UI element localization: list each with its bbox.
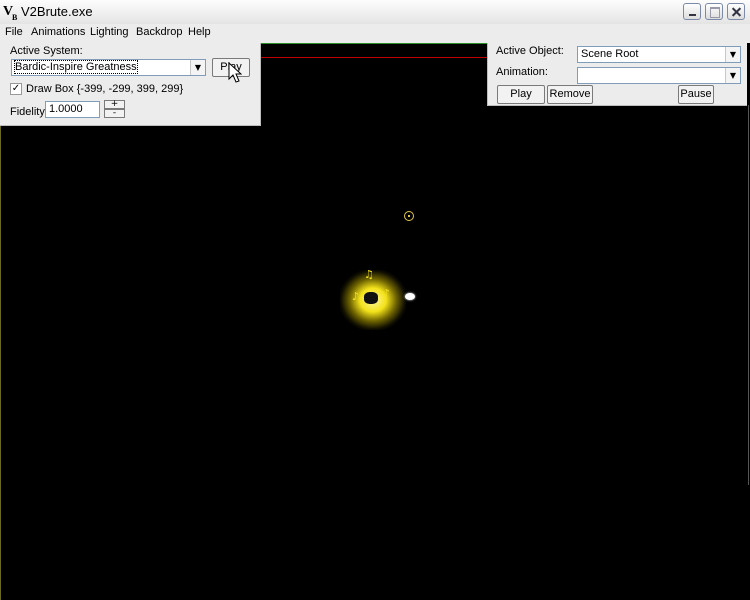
active-object-value: Scene Root bbox=[581, 48, 639, 60]
menu-animations[interactable]: Animations bbox=[31, 26, 85, 38]
checkmark-icon: ✓ bbox=[11, 83, 21, 94]
animation-select[interactable]: ▼ bbox=[577, 67, 741, 84]
menu-help[interactable]: Help bbox=[188, 26, 211, 38]
music-note-icon: ♫ bbox=[364, 268, 374, 281]
app-window: VB V2Brute.exe File Animations Lighting … bbox=[0, 0, 750, 600]
drawbox-checkbox[interactable]: ✓ bbox=[10, 83, 22, 95]
minimize-icon[interactable] bbox=[683, 3, 701, 20]
play-animation-button[interactable]: Play bbox=[497, 85, 545, 104]
maximize-icon[interactable] bbox=[705, 3, 723, 20]
drawbox-label: Draw Box {-399, -299, 399, 299} bbox=[26, 83, 184, 95]
menu-backdrop[interactable]: Backdrop bbox=[136, 26, 182, 38]
music-note-icon: ♪ bbox=[383, 287, 391, 300]
remove-button[interactable]: Remove bbox=[547, 85, 593, 104]
cursor-icon bbox=[228, 62, 242, 83]
chevron-down-icon[interactable]: ▼ bbox=[725, 68, 740, 83]
menu-lighting[interactable]: Lighting bbox=[90, 26, 129, 38]
particle-core bbox=[364, 292, 378, 304]
active-system-value: Bardic-Inspire Greatness bbox=[14, 60, 138, 74]
fidelity-label: Fidelity bbox=[10, 106, 45, 118]
active-object-select[interactable]: Scene Root ▼ bbox=[577, 46, 741, 63]
menu-bar: File Animations Lighting Backdrop Help bbox=[0, 24, 750, 43]
chevron-down-icon[interactable]: ▼ bbox=[725, 47, 740, 62]
viewport-top-line bbox=[260, 43, 487, 44]
close-icon[interactable] bbox=[727, 3, 745, 20]
object-panel: Active Object: Scene Root ▼ Animation: ▼… bbox=[487, 43, 747, 106]
menu-file[interactable]: File bbox=[5, 26, 23, 38]
viewport-boundary-line bbox=[260, 57, 487, 58]
window-title: V2Brute.exe bbox=[21, 4, 93, 19]
light-source bbox=[405, 293, 415, 300]
app-logo-icon: VB bbox=[3, 4, 18, 22]
fidelity-decrease-button[interactable]: - bbox=[104, 109, 125, 118]
pause-button[interactable]: Pause bbox=[678, 85, 714, 104]
active-system-select[interactable]: Bardic-Inspire Greatness ▼ bbox=[11, 59, 206, 76]
system-panel: Active System: Bardic-Inspire Greatness … bbox=[0, 43, 261, 126]
title-bar[interactable]: VB V2Brute.exe bbox=[0, 0, 750, 25]
viewport-right-edge bbox=[748, 105, 749, 485]
music-note-icon: ♪ bbox=[352, 290, 360, 303]
active-object-label: Active Object: bbox=[496, 45, 564, 57]
target-marker-icon bbox=[404, 211, 414, 221]
viewport-left-edge bbox=[0, 125, 1, 600]
active-system-label: Active System: bbox=[10, 45, 83, 57]
chevron-down-icon[interactable]: ▼ bbox=[190, 60, 205, 75]
animation-label: Animation: bbox=[496, 66, 548, 78]
fidelity-input[interactable]: 1.0000 bbox=[45, 101, 100, 118]
